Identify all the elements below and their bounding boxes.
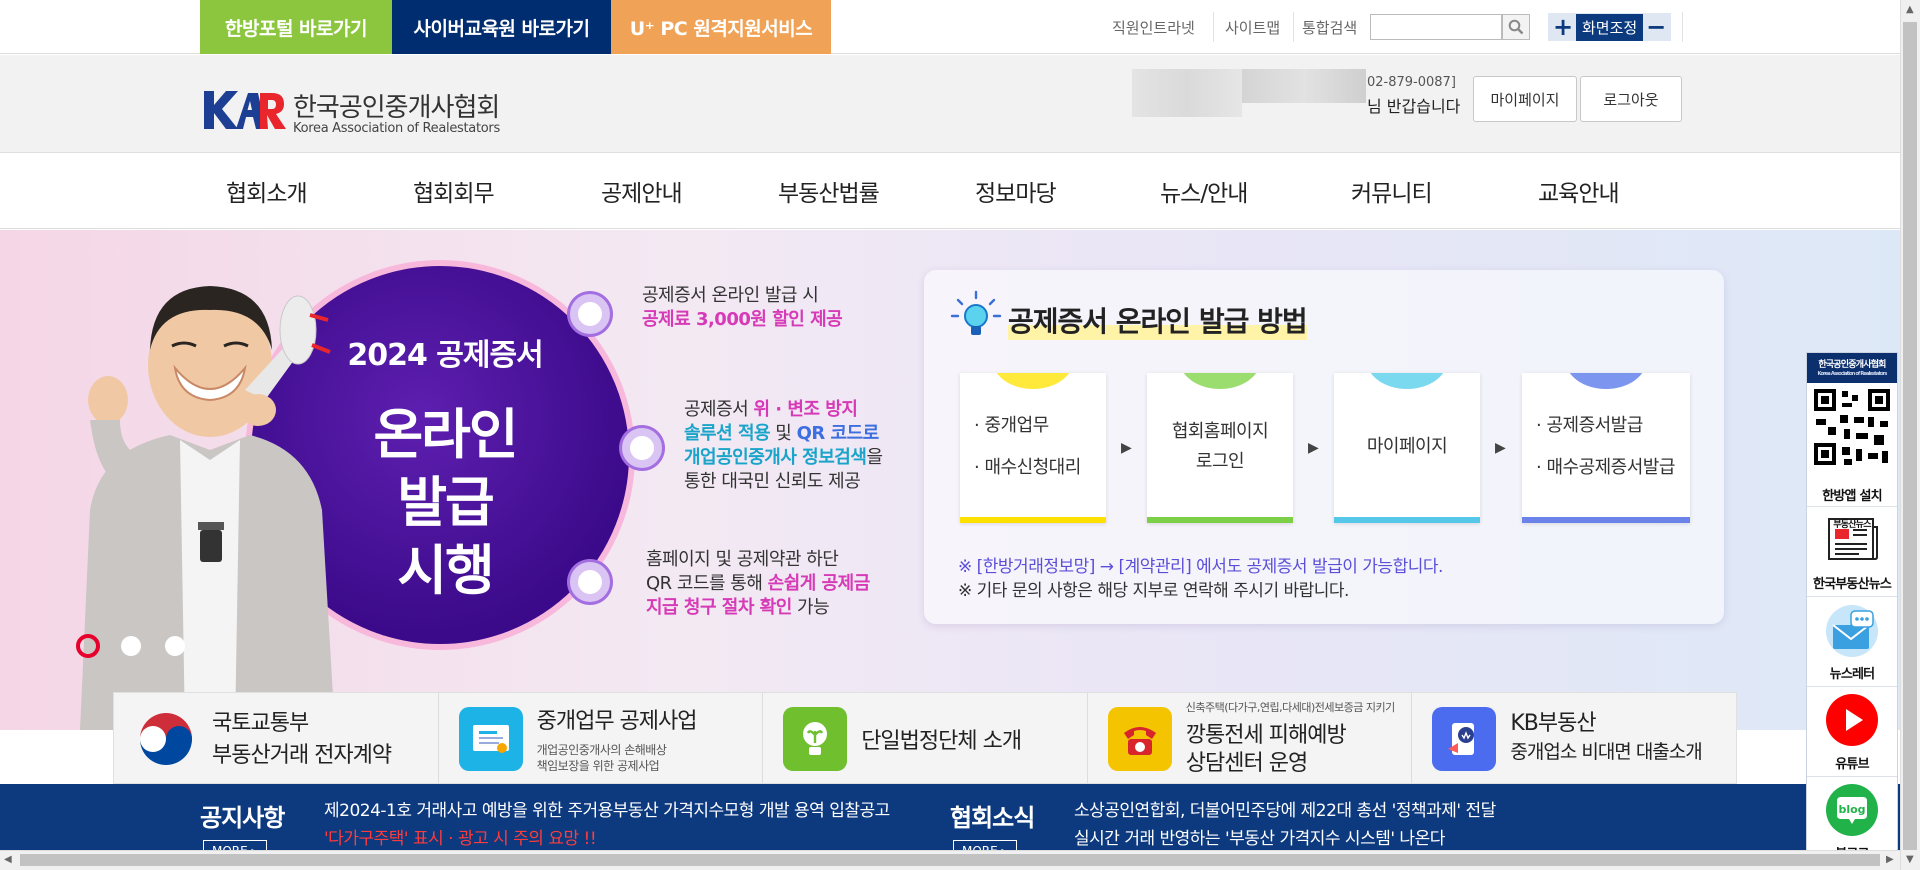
logout-button[interactable]: 로그아웃	[1580, 76, 1682, 122]
step-bottom-bar	[1147, 517, 1293, 523]
qr-code-icon	[1812, 387, 1892, 467]
circle-year: 2024 공제증서	[347, 338, 543, 373]
arrow-right-icon: ▶	[1495, 440, 1506, 456]
remote-support-link[interactable]: U⁺ PC 원격지원서비스	[611, 0, 831, 54]
blog-icon: blog	[1826, 784, 1878, 836]
sitemap-link[interactable]: 사이트맵	[1225, 0, 1280, 54]
nav-information[interactable]: 정보마당	[975, 153, 1057, 229]
nav-education[interactable]: 교육안내	[1538, 153, 1620, 229]
step-bottom-bar	[1334, 517, 1480, 523]
step-card-1: · 중개업무 · 매수신청대리	[960, 373, 1106, 523]
panel-title: 공제증서 온라인 발급 방법	[1008, 300, 1308, 340]
step-bottom-bar	[1522, 517, 1690, 523]
certificate-icon	[458, 707, 523, 771]
mutual-aid-business-banner[interactable]: 중개업무 공제사업 개업공인중개사의 손해배상 책임보장을 위한 공제사업	[439, 693, 764, 783]
divider	[1293, 12, 1294, 42]
single-legal-body-banner[interactable]: 단일법정단체 소개	[763, 693, 1088, 783]
logo-korean-name: 한국공인중개사협회	[293, 93, 500, 123]
hero-banner[interactable]: 2024 공제증서 온라인 발급 시행 공제증서 온라인 발급 시 공제료 3,…	[0, 230, 1900, 730]
staff-intranet-link[interactable]: 직원인트라넷	[1112, 0, 1195, 54]
telephone-icon	[1107, 707, 1172, 771]
nav-real-estate-law[interactable]: 부동산법률	[778, 153, 880, 229]
step-bottom-bar	[960, 517, 1106, 523]
horizontal-scrollbar-thumb[interactable]	[20, 854, 1880, 866]
scroll-up-icon[interactable]: ▲	[1906, 4, 1914, 15]
step-card-4: · 공제증서발급 · 매수공제증서발급	[1522, 373, 1690, 523]
panel-note: ※ [한방거래정보망] → [계약관리] 에서도 공제증서 발급이 가능합니다.	[958, 557, 1443, 577]
lightbulb-icon	[950, 290, 1002, 335]
search-button[interactable]	[1502, 14, 1530, 40]
scroll-left-icon[interactable]: ◀	[4, 854, 12, 865]
notice-item[interactable]: '다가구주택' 표시 · 광고 시 주의 요망 !!	[324, 824, 597, 849]
bullet-dot	[570, 294, 610, 334]
user-phone: 02-879-0087]	[1367, 75, 1456, 90]
divider	[1682, 12, 1683, 42]
nav-news[interactable]: 뉴스/안내	[1160, 153, 1248, 229]
notice-heading: 공지사항	[200, 804, 285, 832]
notice-item[interactable]: 제2024-1호 거래사고 예방을 위한 주거용부동산 가격지수모형 개발 용역…	[324, 796, 890, 821]
arrow-right-icon: ▶	[1121, 440, 1132, 456]
step-card-2: 협회홈페이지 로그인	[1147, 373, 1293, 523]
kb-real-estate-banner[interactable]: KB부동산 중개업소 비대면 대출소개	[1412, 693, 1736, 783]
newsletter-icon	[1826, 605, 1878, 657]
arrow-right-icon: ▶	[1308, 440, 1319, 456]
hanbang-portal-link[interactable]: 한방포털 바로가기	[200, 0, 392, 54]
association-news-heading: 협회소식	[950, 804, 1035, 832]
nav-association-intro[interactable]: 협회소개	[226, 153, 308, 229]
vertical-scrollbar-thumb[interactable]	[1903, 22, 1917, 850]
jeonse-fraud-banner[interactable]: 신축주택(다가구,연립,다세대)전세보증금 지키기 깡통전세 피해예방 상담센터…	[1088, 693, 1413, 783]
scroll-down-icon[interactable]: ▼	[1906, 854, 1914, 865]
nav-association-affairs[interactable]: 협회회무	[413, 153, 495, 229]
integrated-search-label: 통합검색	[1302, 18, 1358, 37]
search-icon	[1508, 19, 1524, 35]
user-greeting: 님 반갑습니다	[1367, 97, 1461, 116]
zoom-out-button[interactable]: −	[1643, 13, 1669, 41]
panel-note: ※ 기타 문의 사항은 해당 지부로 연락해 주시기 바랍니다.	[958, 581, 1349, 601]
logo-english-name: Korea Association of Realestators	[293, 121, 500, 136]
redacted-user-info	[1242, 69, 1366, 103]
site-header: 한국공인중개사협회 Korea Association of Realestat…	[0, 55, 1900, 153]
association-news-item[interactable]: 실시간 거래 반영하는 '부동산 가격지수 시스템' 나온다	[1074, 824, 1445, 849]
molit-e-contract-banner[interactable]: 국토교통부 부동산거래 전자계약	[114, 693, 439, 783]
nav-mutual-aid[interactable]: 공제안내	[601, 153, 683, 229]
quick-sidebar: 한국공인중개사협회 Korea Association of Realestat…	[1806, 352, 1898, 870]
real-estate-news-link[interactable]: 부동산뉴스 한국부동산뉴스	[1807, 507, 1897, 597]
hero-point-2: 공제증서 위 · 변조 방지 솔루션 적용 및 QR 코드로 개업공인중개사 정…	[684, 399, 883, 492]
bullet-dot	[622, 428, 662, 468]
newsletter-link[interactable]: 뉴스레터	[1807, 597, 1897, 687]
nav-community[interactable]: 커뮤니티	[1351, 153, 1433, 229]
phone-loan-icon	[1432, 707, 1497, 771]
bullet-dot	[570, 562, 610, 602]
cyber-education-link[interactable]: 사이버교육원 바로가기	[392, 0, 611, 54]
taegeuk-icon	[134, 707, 198, 771]
top-utility-bar: 한방포털 바로가기 사이버교육원 바로가기 U⁺ PC 원격지원서비스 직원인트…	[0, 0, 1900, 54]
search-input[interactable]	[1370, 14, 1502, 40]
kar-logo-icon[interactable]	[200, 85, 286, 133]
lightbulb-plant-icon	[783, 707, 848, 771]
zoom-in-button[interactable]: +	[1550, 13, 1576, 41]
zoom-control: + 화면조정 −	[1548, 13, 1672, 41]
hero-point-1: 공제증서 온라인 발급 시 공제료 3,000원 할인 제공	[642, 285, 843, 330]
divider	[1213, 12, 1214, 42]
association-news-item[interactable]: 소상공인연합회, 더불어민주당에 제22대 총선 '정책과제' 전달	[1074, 796, 1496, 821]
app-install-qr[interactable]: 한국공인중개사협회 Korea Association of Realestat…	[1807, 353, 1897, 507]
youtube-icon	[1826, 694, 1878, 746]
blog-icon-text: blog	[1838, 803, 1865, 816]
slide-indicator[interactable]	[121, 636, 141, 656]
slide-indicator-active[interactable]	[76, 634, 100, 658]
redacted-user-info	[1132, 69, 1242, 117]
main-nav: 협회소개 협회회무 공제안내 부동산법률 정보마당 뉴스/안내 커뮤니티 교육안…	[0, 153, 1900, 229]
youtube-link[interactable]: 유튜브	[1807, 687, 1897, 777]
hero-point-3: 홈페이지 및 공제약관 하단 QR 코드를 통해 손쉽게 공제금 지급 청구 절…	[646, 549, 870, 618]
mypage-button[interactable]: 마이페이지	[1473, 76, 1577, 122]
scroll-right-icon[interactable]: ▶	[1886, 854, 1894, 865]
slide-indicator[interactable]	[165, 636, 185, 656]
zoom-label: 화면조정	[1576, 13, 1644, 41]
step-card-3: 마이페이지	[1334, 373, 1480, 523]
quick-banner-bar: 국토교통부 부동산거래 전자계약 중개업무 공제사업 개업공인중개사의 손해배상…	[113, 692, 1737, 784]
